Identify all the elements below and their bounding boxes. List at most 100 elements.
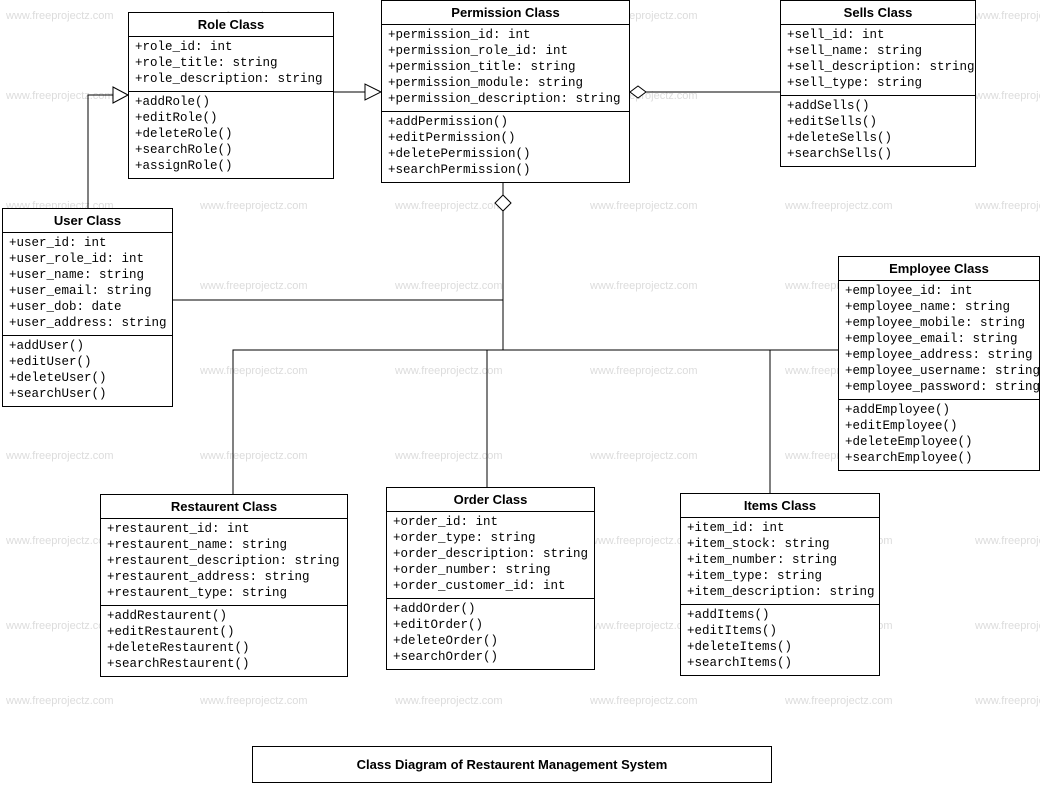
class-attributes: +user_id: int+user_role_id: int+user_nam… [3, 233, 172, 336]
class-title: Permission Class [382, 1, 629, 25]
class-member: +editOrder() [393, 617, 588, 633]
class-member: +order_type: string [393, 530, 588, 546]
watermark-text: www.freeprojectz.com [200, 200, 308, 212]
class-attributes: +role_id: int+role_title: string+role_de… [129, 37, 333, 92]
class-member: +deleteEmployee() [845, 434, 1033, 450]
class-member: +searchUser() [9, 386, 166, 402]
class-attributes: +order_id: int+order_type: string +order_… [387, 512, 594, 599]
class-member: +searchOrder() [393, 649, 588, 665]
class-member: +restaurent_address: string [107, 569, 341, 585]
class-member: +addItems() [687, 607, 873, 623]
watermark-text: www.freeprojectz.com [200, 695, 308, 707]
class-title: Role Class [129, 13, 333, 37]
class-member: +user_role_id: int [9, 251, 166, 267]
class-member: +editRestaurent() [107, 624, 341, 640]
diagram-title-text: Class Diagram of Restaurent Management S… [357, 757, 668, 772]
class-member: +item_type: string [687, 568, 873, 584]
watermark-text: www.freeprojectz.com [975, 695, 1040, 707]
class-member: +deleteRestaurent() [107, 640, 341, 656]
class-member: +sell_name: string [787, 43, 969, 59]
class-operations: +addRestaurent()+editRestaurent()+delete… [101, 606, 347, 676]
class-employee: Employee Class +employee_id: int+employe… [838, 256, 1040, 471]
class-operations: +addUser()+editUser()+deleteUser()+searc… [3, 336, 172, 406]
class-member: +deleteOrder() [393, 633, 588, 649]
class-operations: +addRole()+editRole()+deleteRole()+searc… [129, 92, 333, 178]
watermark-text: www.freeprojectz.com [6, 10, 114, 22]
class-member: +employee_address: string [845, 347, 1033, 363]
watermark-text: www.freeprojectz.com [975, 90, 1040, 102]
class-title: Restaurent Class [101, 495, 347, 519]
class-operations: +addSells()+editSells()+deleteSells()+se… [781, 96, 975, 166]
class-member: +searchPermission() [388, 162, 623, 178]
watermark-text: www.freeprojectz.com [200, 365, 308, 377]
class-member: +item_description: string [687, 584, 873, 600]
class-member: +assignRole() [135, 158, 327, 174]
watermark-text: www.freeprojectz.com [590, 695, 698, 707]
class-member: +item_number: string [687, 552, 873, 568]
watermark-text: www.freeprojectz.com [395, 695, 503, 707]
class-member: +addRole() [135, 94, 327, 110]
class-member: +user_dob: date [9, 299, 166, 315]
class-member: +addSells() [787, 98, 969, 114]
class-member: +searchSells() [787, 146, 969, 162]
watermark-text: www.freeprojectz.com [200, 280, 308, 292]
class-title: Items Class [681, 494, 879, 518]
class-operations: +addItems()+editItems()+deleteItems()+se… [681, 605, 879, 675]
class-member: +restaurent_description: string [107, 553, 341, 569]
class-sells: Sells Class +sell_id: int+sell_name: str… [780, 0, 976, 167]
class-member: +order_number: string [393, 562, 588, 578]
class-member: +item_stock: string [687, 536, 873, 552]
watermark-text: www.freeprojectz.com [395, 450, 503, 462]
watermark-text: www.freeprojectz.com [395, 280, 503, 292]
watermark-text: www.freeprojectz.com [785, 695, 893, 707]
class-member: +role_description: string [135, 71, 327, 87]
class-member: +employee_email: string [845, 331, 1033, 347]
class-restaurent: Restaurent Class +restaurent_id: int+res… [100, 494, 348, 677]
class-user: User Class +user_id: int+user_role_id: i… [2, 208, 173, 407]
class-member: +employee_id: int [845, 283, 1033, 299]
class-role: Role Class +role_id: int+role_title: str… [128, 12, 334, 179]
class-operations: +addOrder()+editOrder()+deleteOrder()+se… [387, 599, 594, 669]
class-member: +restaurent_id: int [107, 521, 341, 537]
class-member: +order_id: int [393, 514, 588, 530]
class-member: +user_id: int [9, 235, 166, 251]
class-member: +addPermission() [388, 114, 623, 130]
class-member: +employee_username: string [845, 363, 1033, 379]
class-member: +employee_password: string [845, 379, 1033, 395]
class-title: Sells Class [781, 1, 975, 25]
class-member: +searchRole() [135, 142, 327, 158]
class-member: +permission_title: string [388, 59, 623, 75]
class-member: +permission_role_id: int [388, 43, 623, 59]
class-member: +editItems() [687, 623, 873, 639]
class-attributes: +sell_id: int+sell_name: string+sell_des… [781, 25, 975, 96]
class-member: +role_id: int [135, 39, 327, 55]
watermark-text: www.freeprojectz.com [6, 535, 114, 547]
class-member: +employee_mobile: string [845, 315, 1033, 331]
class-member: +addRestaurent() [107, 608, 341, 624]
watermark-text: www.freeprojectz.com [785, 200, 893, 212]
watermark-text: www.freeprojectz.com [395, 365, 503, 377]
class-attributes: +restaurent_id: int+restaurent_name: str… [101, 519, 347, 606]
class-member: +searchItems() [687, 655, 873, 671]
class-member: +deleteSells() [787, 130, 969, 146]
class-member: +sell_id: int [787, 27, 969, 43]
class-member: +sell_description: string [787, 59, 969, 75]
class-permission: Permission Class +permission_id: int+per… [381, 0, 630, 183]
watermark-text: www.freeprojectz.com [395, 200, 503, 212]
class-member: +editRole() [135, 110, 327, 126]
class-member: +order_customer_id: int [393, 578, 588, 594]
class-member: +user_name: string [9, 267, 166, 283]
watermark-text: www.freeprojectz.com [590, 280, 698, 292]
watermark-text: www.freeprojectz.com [6, 620, 114, 632]
watermark-text: www.freeprojectz.com [975, 10, 1040, 22]
class-member: +addUser() [9, 338, 166, 354]
class-member: +searchEmployee() [845, 450, 1033, 466]
watermark-text: www.freeprojectz.com [975, 200, 1040, 212]
class-member: +deleteRole() [135, 126, 327, 142]
class-attributes: +employee_id: int+employee_name: string+… [839, 281, 1039, 400]
watermark-text: www.freeprojectz.com [975, 620, 1040, 632]
class-member: +restaurent_type: string [107, 585, 341, 601]
class-attributes: +permission_id: int+permission_role_id: … [382, 25, 629, 112]
class-member: +permission_id: int [388, 27, 623, 43]
class-member: +restaurent_name: string [107, 537, 341, 553]
